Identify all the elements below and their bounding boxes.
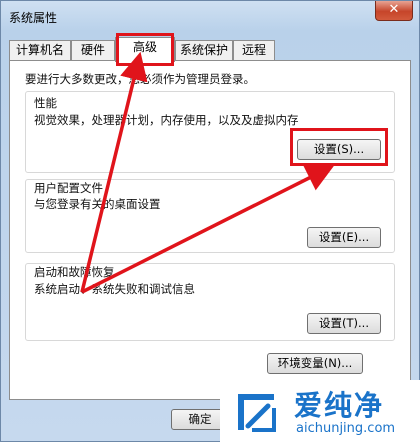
- window-title: 系统属性: [9, 11, 58, 25]
- startup-settings-button[interactable]: 设置(T)...: [307, 313, 381, 334]
- close-button[interactable]: ✕: [375, 1, 413, 21]
- performance-desc: 视觉效果，处理器计划，内存使用，以及及虚拟内存: [34, 113, 299, 127]
- brand-url: aichunjing.com: [296, 421, 396, 436]
- performance-title: 性能: [34, 96, 57, 110]
- tab-strip: 计算机名 硬件 高级 系统保护 远程: [9, 37, 409, 62]
- brand-name: 爱纯净: [294, 389, 385, 422]
- advanced-tab-highlight-box: [116, 33, 174, 66]
- startup-recovery-desc: 系统启动、系统失败和调试信息: [34, 282, 195, 296]
- admin-notice: 要进行大多数更改，您必须作为管理员登录。: [25, 72, 255, 86]
- environment-variables-button[interactable]: 环境变量(N)...: [267, 353, 363, 374]
- title-bar[interactable]: 系统属性 ✕: [1, 1, 419, 31]
- tab-computer-name[interactable]: 计算机名: [9, 40, 71, 61]
- user-profile-desc: 与您登录有关的桌面设置: [34, 197, 161, 211]
- tab-hardware[interactable]: 硬件: [71, 40, 115, 61]
- close-icon: ✕: [388, 2, 400, 17]
- system-properties-window: 系统属性 ✕ 计算机名 硬件 高级 系统保护 远程 要进行大多数更改，您必须作为…: [0, 0, 420, 442]
- user-profile-title: 用户配置文件: [34, 181, 103, 195]
- brand-logo-icon: [238, 394, 276, 432]
- startup-recovery-title: 启动和故障恢复: [34, 265, 115, 279]
- user-profile-settings-button[interactable]: 设置(E)...: [307, 227, 381, 248]
- tab-system-protection[interactable]: 系统保护: [175, 40, 233, 61]
- watermark-logo: 爱纯净 aichunjing.com: [220, 380, 420, 442]
- tab-remote[interactable]: 远程: [233, 40, 275, 61]
- settings-button-highlight-box: [290, 128, 388, 166]
